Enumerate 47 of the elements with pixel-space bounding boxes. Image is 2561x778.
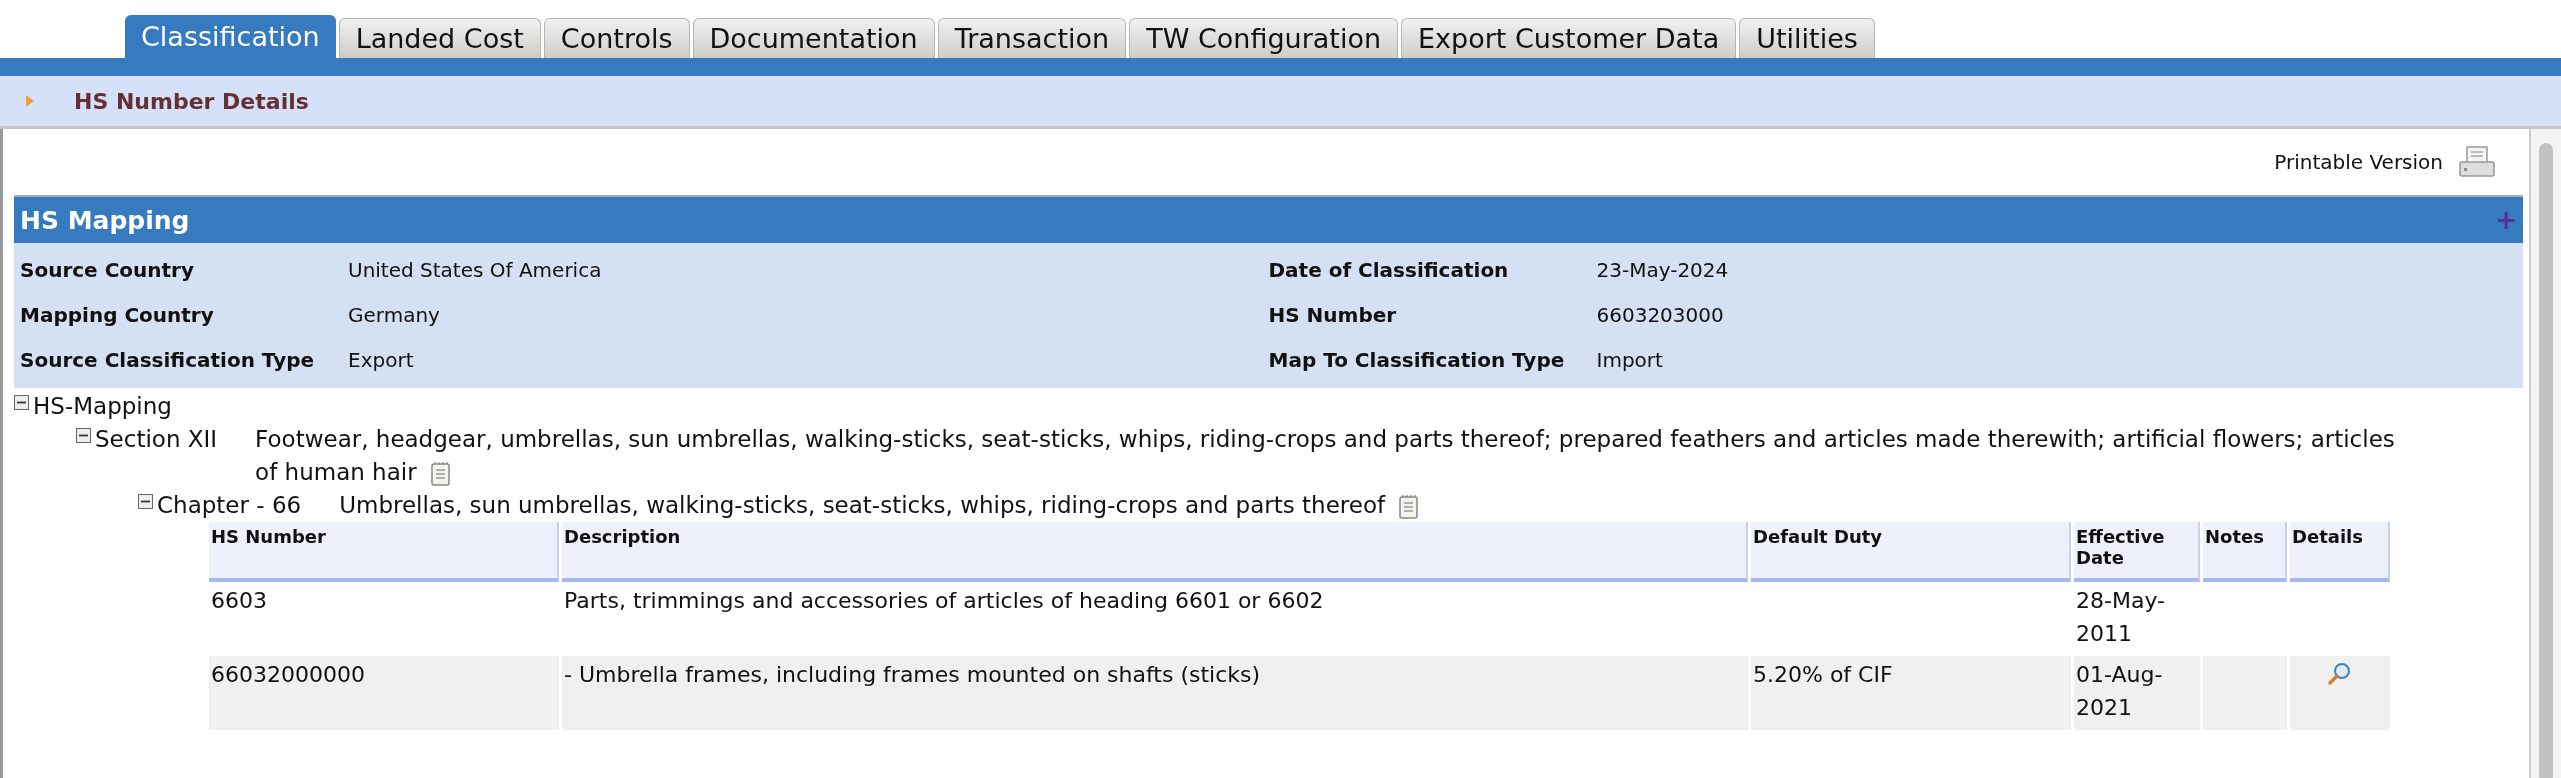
field-value: 6603203000	[1596, 302, 1725, 327]
tree-node-label[interactable]: HS-Mapping	[33, 390, 172, 423]
table-cell: 01-Aug-2021	[2074, 656, 2200, 730]
collapse-toggle[interactable]	[76, 428, 91, 443]
tab[interactable]: Utilities	[1739, 18, 1875, 58]
field-value: Import	[1596, 347, 1664, 372]
printer-icon[interactable]	[2459, 146, 2495, 178]
tree-node-label[interactable]: Chapter - 66	[157, 489, 302, 522]
tab[interactable]: Transaction	[937, 18, 1127, 58]
tab[interactable]: Controls	[543, 18, 690, 58]
field-value: Export	[348, 347, 415, 372]
field-value: Germany	[348, 302, 441, 327]
table-cell: - Umbrella frames, including frames mounted on shafts (sticks)	[562, 656, 1748, 730]
column-header: Effective Date	[2074, 522, 2200, 582]
table-cell: 5.20% of CIF	[1751, 656, 2071, 730]
tree-node-label[interactable]: Section XII	[95, 423, 218, 456]
printable-version-link[interactable]: Printable Version	[2274, 150, 2443, 174]
column-header: HS Number	[209, 522, 559, 582]
field-label: HS Number	[1268, 302, 1398, 327]
node-description: Umbrellas, sun umbrellas, walking-sticks, seat-sticks, whips, riding-crops and parts thereof	[339, 489, 2523, 522]
search-icon[interactable]	[2328, 662, 2352, 686]
node-description: Footwear, headgear, umbrellas, sun umbrellas, walking-sticks, seat-sticks, whips, riding-crops and parts thereof; prepared feathers and articles made therewith; artificial flowers; articles of human hair	[255, 425, 2396, 489]
table-cell: 66032000000	[209, 656, 559, 730]
tab[interactable]: Export Customer Data	[1401, 18, 1737, 58]
tab[interactable]: Landed Cost	[338, 18, 541, 58]
field-value: United States Of America	[348, 257, 603, 282]
scrollbar[interactable]	[2529, 129, 2561, 778]
field-label: Date of Classification	[1268, 257, 1510, 282]
notepad-icon[interactable]	[430, 460, 451, 487]
column-header: Details	[2290, 522, 2390, 582]
field-label: Map To Classification Type	[1268, 347, 1566, 372]
tab[interactable]: Documentation	[692, 18, 935, 58]
notepad-icon[interactable]	[1399, 493, 1420, 520]
field-value: 23-May-2024	[1596, 257, 1730, 282]
column-header: Description	[562, 522, 1748, 582]
column-header: Default Duty	[1751, 522, 2071, 582]
tab[interactable]: Classification	[125, 15, 336, 58]
collapse-toggle[interactable]	[138, 494, 153, 509]
panel-title: HS Mapping	[20, 205, 190, 235]
field-label: Source Country	[20, 257, 195, 282]
column-header: Notes	[2203, 522, 2287, 582]
tab[interactable]: TW Configuration	[1129, 18, 1399, 58]
field-label: Mapping Country	[20, 302, 215, 327]
section-title: HS Number Details	[74, 88, 309, 114]
collapse-toggle[interactable]	[14, 395, 29, 410]
triangle-icon	[26, 95, 34, 107]
field-label: Source Classification Type	[20, 347, 316, 372]
